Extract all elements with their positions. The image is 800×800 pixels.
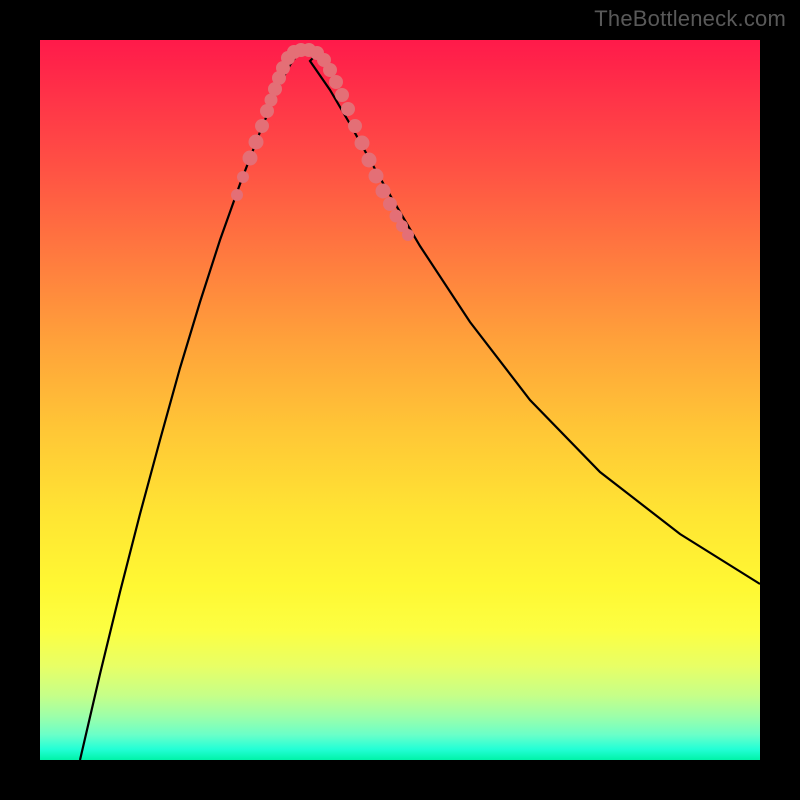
curve-svg xyxy=(40,40,760,760)
data-marker xyxy=(231,189,243,201)
watermark-text: TheBottleneck.com xyxy=(594,6,786,32)
data-marker xyxy=(362,153,377,168)
data-marker xyxy=(348,119,362,133)
chart-frame: TheBottleneck.com xyxy=(0,0,800,800)
data-marker xyxy=(369,169,384,184)
markers-group xyxy=(231,43,414,241)
data-marker xyxy=(237,171,249,183)
data-marker xyxy=(243,151,258,166)
data-marker xyxy=(335,88,349,102)
data-marker xyxy=(376,184,391,199)
data-marker xyxy=(323,63,337,77)
data-marker xyxy=(341,102,355,116)
data-marker xyxy=(402,229,414,241)
bottleneck-curve xyxy=(80,50,760,761)
data-marker xyxy=(255,119,269,133)
plot-area xyxy=(40,40,760,760)
data-marker xyxy=(355,136,370,151)
data-marker xyxy=(383,197,397,211)
data-marker xyxy=(249,135,264,150)
data-marker xyxy=(329,75,343,89)
